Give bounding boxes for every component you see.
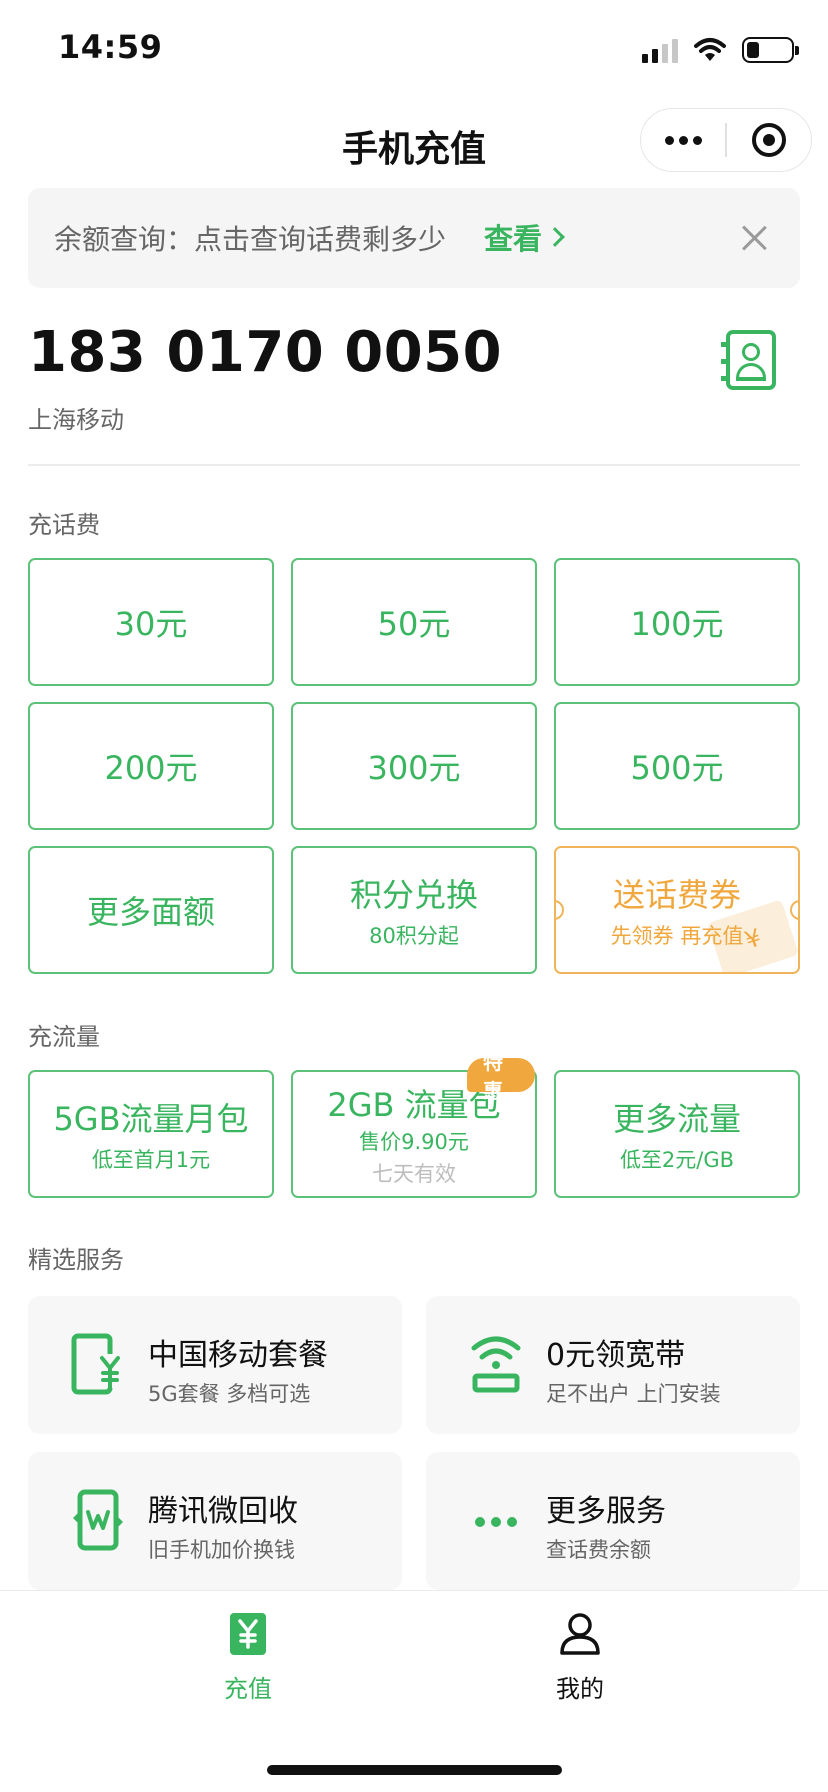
status-icons <box>642 30 799 70</box>
option-sublabel: 低至2元/GB <box>619 1148 735 1172</box>
wifi-router-icon <box>471 1336 521 1393</box>
data-plan-option[interactable]: 更多流量 低至2元/GB <box>554 1070 800 1198</box>
signal-icon <box>642 37 678 63</box>
banner-view-link[interactable]: 查看 <box>484 216 565 258</box>
option-label: 200元 <box>104 749 198 787</box>
tab-label: 我的 <box>556 1675 604 1703</box>
option-label: 更多流量 <box>612 1100 741 1138</box>
service-subtitle: 5G套餐 多档可选 <box>148 1382 311 1406</box>
wifi-icon <box>694 38 726 61</box>
recharge-option[interactable]: 300元 <box>291 702 537 830</box>
service-card-more[interactable]: 更多服务 查话费余额 <box>426 1452 800 1590</box>
service-subtitle: 足不出户 上门安装 <box>546 1382 721 1406</box>
phone-number[interactable]: 183 0170 0050 <box>28 320 502 385</box>
section-title-recharge: 充话费 <box>28 511 100 539</box>
service-card-broadband[interactable]: 0元领宽带 足不出户 上门安装 <box>426 1296 800 1434</box>
option-label: 100元 <box>630 605 724 643</box>
status-bar: 14:59 <box>0 0 828 100</box>
coupon-notch <box>790 900 798 920</box>
service-title: 0元领宽带 <box>546 1338 686 1373</box>
option-label: 更多面额 <box>86 893 215 931</box>
option-sublabel: 80积分起 <box>369 924 459 948</box>
chevron-right-icon <box>545 227 565 247</box>
divider <box>28 464 800 466</box>
battery-icon <box>742 37 799 63</box>
more-menu-button[interactable] <box>641 109 725 171</box>
option-label: 30元 <box>114 605 188 643</box>
tab-recharge[interactable]: 充值 <box>158 1611 338 1721</box>
target-icon <box>751 123 786 157</box>
data-plan-option[interactable]: 5GB流量月包 低至首月1元 <box>28 1070 274 1198</box>
close-icon[interactable] <box>736 220 772 256</box>
service-card-mobile-plan[interactable]: 中国移动套餐 5G套餐 多档可选 <box>28 1296 402 1434</box>
miniprogram-capsule <box>640 108 812 172</box>
service-title: 中国移动套餐 <box>148 1338 328 1373</box>
close-miniprogram-button[interactable] <box>727 109 811 171</box>
home-indicator <box>267 1765 562 1775</box>
option-label: 50元 <box>377 605 451 643</box>
section-title-services: 精选服务 <box>28 1246 124 1274</box>
banner-link-label: 查看 <box>484 222 543 256</box>
tab-label: 充值 <box>224 1675 272 1703</box>
banner-text: 余额查询：点击查询话费剩多少 <box>54 223 447 256</box>
nav-bar: 手机充值 <box>0 100 828 188</box>
tab-mine[interactable]: 我的 <box>490 1611 670 1721</box>
more-amounts-button[interactable]: 更多面额 <box>28 846 274 974</box>
more-dots-icon <box>475 1517 517 1527</box>
recharge-option[interactable]: 30元 <box>28 558 274 686</box>
option-label: 5GB流量月包 <box>53 1100 249 1138</box>
balance-banner: 余额查询：点击查询话费剩多少 查看 <box>28 188 800 288</box>
promo-badge: 特惠 <box>467 1050 535 1103</box>
more-dots-icon <box>664 135 702 145</box>
points-exchange-button[interactable]: 积分兑换 80积分起 <box>291 846 537 974</box>
option-label: 积分兑换 <box>349 876 478 914</box>
option-sublabel: 先领券 再充值 <box>610 924 744 948</box>
option-validity: 七天有效 <box>372 1162 456 1186</box>
coupon-button[interactable]: ¥ 送话费券 先领券 再充值 <box>554 846 800 974</box>
service-title: 更多服务 <box>546 1494 666 1529</box>
carrier-label: 上海移动 <box>28 406 124 434</box>
option-sublabel: 低至首月1元 <box>91 1148 211 1172</box>
phone-recycle-icon <box>73 1489 123 1551</box>
option-label: 500元 <box>630 749 724 787</box>
recharge-option[interactable]: 50元 <box>291 558 537 686</box>
service-title: 腾讯微回收 <box>148 1494 298 1529</box>
recharge-option[interactable]: 100元 <box>554 558 800 686</box>
service-subtitle: 查话费余额 <box>546 1538 651 1562</box>
option-label: 300元 <box>367 749 461 787</box>
coupon-notch <box>556 900 564 920</box>
recharge-option[interactable]: 500元 <box>554 702 800 830</box>
contacts-icon[interactable] <box>721 330 776 390</box>
service-card-recycle[interactable]: 腾讯微回收 旧手机加价换钱 <box>28 1452 402 1590</box>
section-title-data: 充流量 <box>28 1023 100 1051</box>
option-sublabel: 售价9.90元 <box>359 1130 469 1154</box>
data-plan-option[interactable]: 特惠 2GB 流量包 售价9.90元 七天有效 <box>291 1050 537 1198</box>
tab-bar: 充值 我的 <box>0 1590 828 1792</box>
phone-yuan-icon <box>71 1333 124 1395</box>
status-time: 14:59 <box>58 28 163 66</box>
option-label: 送话费券 <box>612 876 741 914</box>
recharge-yuan-icon <box>230 1613 266 1655</box>
recharge-option[interactable]: 200元 <box>28 702 274 830</box>
user-icon <box>560 1613 600 1655</box>
service-subtitle: 旧手机加价换钱 <box>148 1538 295 1562</box>
